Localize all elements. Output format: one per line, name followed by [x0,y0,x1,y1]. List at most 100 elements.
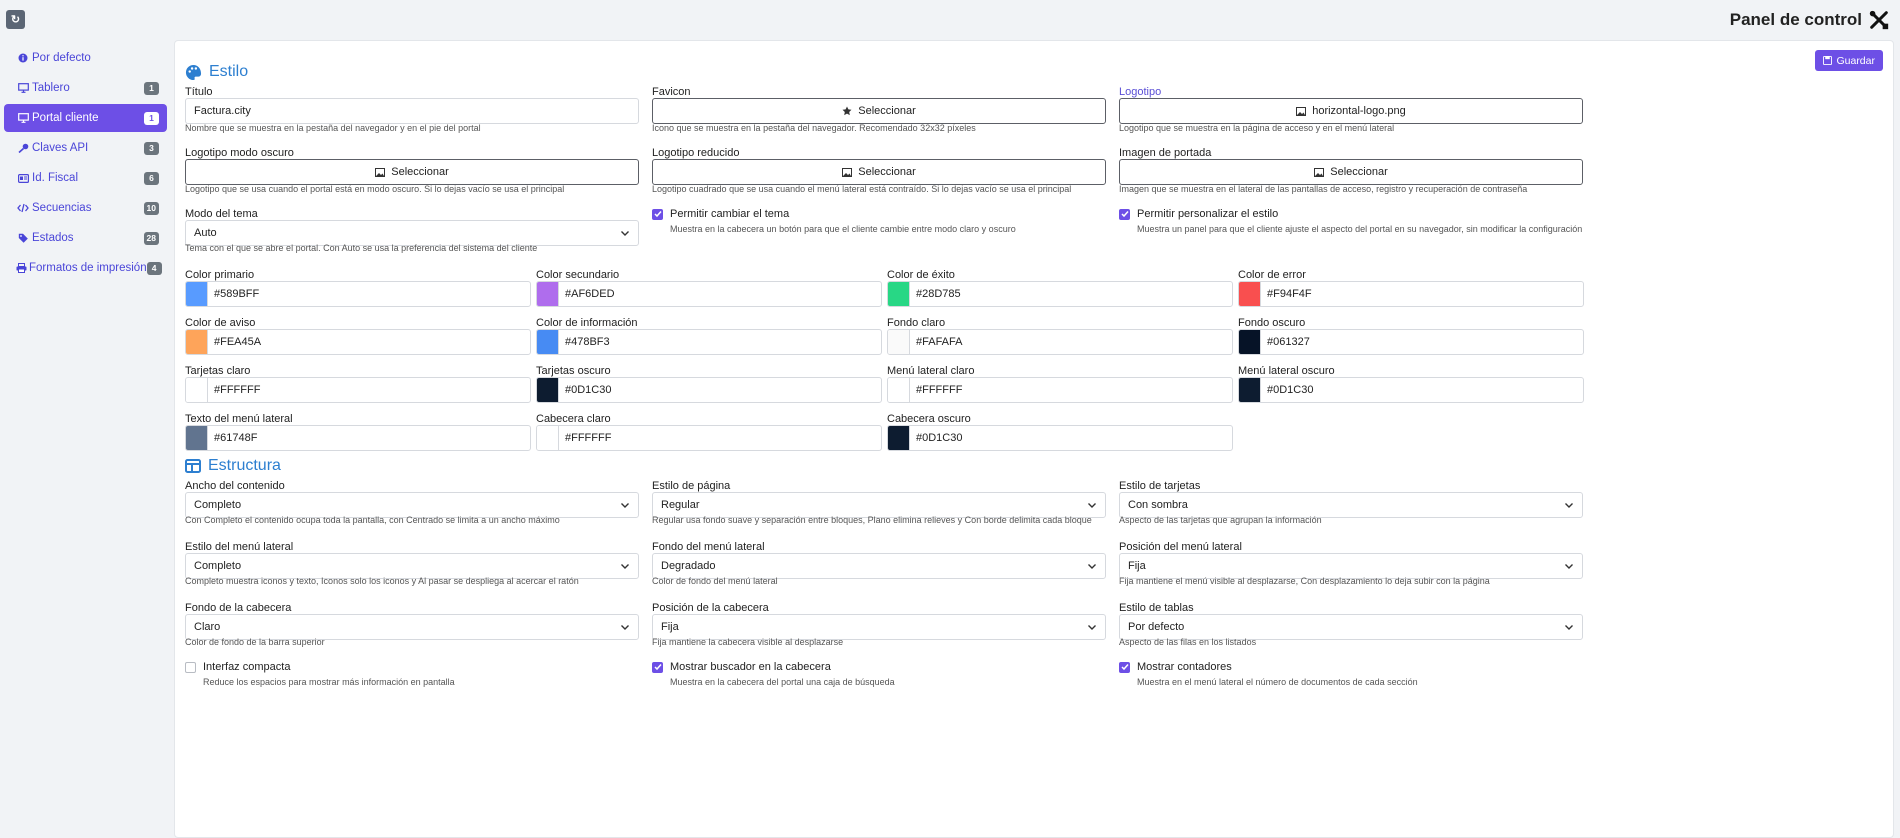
color-value: #FAFAFA [916,336,963,348]
main-panel: Guardar Estilo Título Factura.city Nombr… [174,40,1894,838]
favicon-label: Favicon [652,86,691,98]
image-icon [375,167,386,177]
refresh-button[interactable]: ↻ [6,10,25,29]
portada-help: Imagen que se muestra en el lateral de l… [1119,184,1528,194]
color-swatch[interactable] [1239,330,1261,354]
select-help: Color de fondo del menú lateral [652,576,778,586]
save-button[interactable]: Guardar [1815,50,1883,71]
select-value: Fija [1128,560,1146,572]
color-input[interactable]: #FFFFFF [185,377,531,403]
color-swatch[interactable] [888,330,910,354]
color-input[interactable]: #28D785 [887,281,1233,307]
select-value: Completo [194,560,242,572]
floppy-icon [1823,56,1833,65]
favicon-select-button[interactable]: Seleccionar [652,98,1106,124]
color-swatch[interactable] [186,282,208,306]
color-input[interactable]: #0D1C30 [1238,377,1584,403]
sidebar-item-secuencias[interactable]: Secuencias 10 [4,194,167,222]
select-label: Estilo de tarjetas [1119,480,1201,492]
select-label: Fondo del menú lateral [652,541,765,553]
sidebar-item-label: Por defecto [32,52,91,64]
sidebar-item-por-defecto[interactable]: Por defecto [4,44,167,72]
tags-icon [16,233,30,243]
color-swatch[interactable] [888,426,910,450]
color-swatch[interactable] [537,282,559,306]
sidebar-item-tablero[interactable]: Tablero 1 [4,74,167,102]
sidebar-item-label: Secuencias [32,202,92,214]
logo-reducido-label: Logotipo reducido [652,147,740,159]
sidebar-item-formatos-de-impresion[interactable]: Formatos de impresión 4 [4,254,167,282]
color-input[interactable]: #F94F4F [1238,281,1584,307]
color-label: Color de aviso [185,317,256,329]
color-value: #589BFF [214,288,260,300]
color-swatch[interactable] [1239,282,1261,306]
structure-checkbox[interactable]: Interfaz compacta [185,661,290,673]
color-swatch[interactable] [888,378,910,402]
select-value: Degradado [661,560,716,572]
color-input[interactable]: #FAFAFA [887,329,1233,355]
structure-checkbox[interactable]: Mostrar buscador en la cabecera [652,661,831,673]
color-swatch[interactable] [186,330,208,354]
logo-oscuro-button-label: Seleccionar [391,166,449,178]
color-label: Fondo oscuro [1238,317,1306,329]
sidebar-item-estados[interactable]: Estados 28 [4,224,167,252]
chevron-down-icon [1088,503,1096,508]
structure-checkbox[interactable]: Mostrar contadores [1119,661,1232,673]
color-swatch[interactable] [537,426,559,450]
logo-oscuro-select-button[interactable]: Seleccionar [185,159,639,185]
titulo-input[interactable]: Factura.city [185,98,639,124]
color-input[interactable]: #FFFFFF [536,425,882,451]
favicon-help: Icono que se muestra en la pestaña del n… [652,123,976,133]
color-input[interactable]: #478BF3 [536,329,882,355]
portada-button-label: Seleccionar [1330,166,1388,178]
image-icon [1296,106,1307,116]
checkbox-help: Reduce los espacios para mostrar más inf… [203,677,455,687]
chevron-down-icon [1565,503,1573,508]
color-input[interactable]: #589BFF [185,281,531,307]
logo-oscuro-label: Logotipo modo oscuro [185,147,294,159]
sidebar-item-label: Estados [32,232,74,244]
color-input[interactable]: #FFFFFF [887,377,1233,403]
sidebar-item-portal-cliente[interactable]: Portal cliente 1 [4,104,167,132]
checkbox-help: Muestra en la cabecera del portal una ca… [670,677,895,687]
color-input[interactable]: #61748F [185,425,531,451]
color-swatch[interactable] [888,282,910,306]
color-input[interactable]: #0D1C30 [887,425,1233,451]
sidebar-item-claves-api[interactable]: Claves API 3 [4,134,167,162]
logotipo-label: Logotipo [1119,86,1162,98]
refresh-icon: ↻ [10,14,21,26]
id-card-icon [16,173,30,183]
cambiar-tema-label: Permitir cambiar el tema [670,208,790,220]
checkbox-checked [1119,661,1130,673]
logotipo-select-button[interactable]: horizontal-logo.png [1119,98,1583,124]
color-input[interactable]: #FEA45A [185,329,531,355]
portada-select-button[interactable]: Seleccionar [1119,159,1583,185]
color-swatch[interactable] [1239,378,1261,402]
color-value: #FFFFFF [916,384,963,396]
top-bar: ↻ Panel de control [0,0,1900,40]
sidebar: Por defecto Tablero 1 Portal cliente 1 Cla… [4,44,167,284]
count-badge: 3 [144,141,159,155]
select-help: Regular usa fondo suave y separación ent… [652,515,1092,525]
section-estilo-title: Estilo [209,63,249,80]
color-swatch[interactable] [186,426,208,450]
color-swatch[interactable] [537,330,559,354]
logo-reducido-select-button[interactable]: Seleccionar [652,159,1106,185]
color-swatch[interactable] [186,378,208,402]
color-input[interactable]: #0D1C30 [536,377,882,403]
tools-icon[interactable] [1868,9,1890,31]
monitor-icon [16,113,30,123]
info-icon [16,53,30,63]
personalizar-checkbox[interactable]: Permitir personalizar el estilo [1119,208,1278,220]
count-badge: 28 [143,231,159,245]
cambiar-tema-checkbox[interactable]: Permitir cambiar el tema [652,208,789,220]
select-value: Completo [194,499,242,511]
sidebar-item-id-fiscal[interactable]: Id. Fiscal 6 [4,164,167,192]
color-label: Color de error [1238,269,1306,281]
color-input[interactable]: #AF6DED [536,281,882,307]
modo-tema-help: Tema con el que se abre el portal. Con A… [185,243,538,253]
color-swatch[interactable] [537,378,559,402]
color-value: #28D785 [916,288,961,300]
select-help: Aspecto de las tarjetas que agrupan la i… [1119,515,1322,525]
color-input[interactable]: #061327 [1238,329,1584,355]
